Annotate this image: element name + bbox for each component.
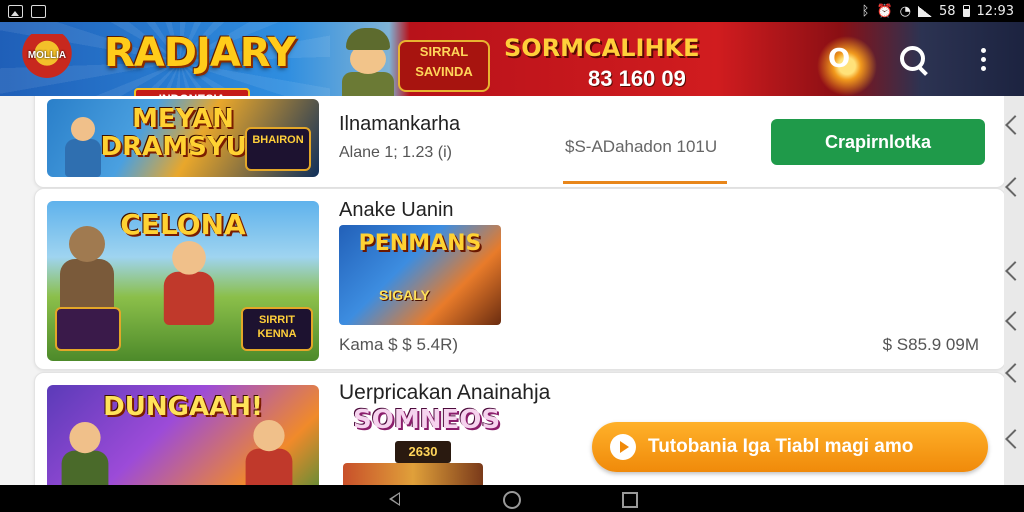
- chevron-left-icon[interactable]: [1005, 311, 1024, 331]
- battery-percent: 58: [938, 3, 956, 19]
- image-notification-icon: [8, 4, 23, 18]
- play-cta-button[interactable]: Tutobania Iga Tiabl magi amo: [592, 422, 988, 472]
- signal-icon: [917, 5, 932, 17]
- item-name: Uerpricakan Anainahja: [339, 381, 551, 404]
- chevron-left-icon[interactable]: [1005, 177, 1024, 197]
- selected-tab-indicator: [563, 181, 727, 184]
- install-button[interactable]: Crapirnlotka: [771, 119, 985, 165]
- app-banner: MOLLIA RADJARY INDONESIA SIRRAL SAVINDA …: [0, 22, 1024, 96]
- collage-characters: [343, 463, 483, 485]
- side-scroll-rail[interactable]: [1004, 96, 1024, 485]
- o-button[interactable]: O: [822, 42, 856, 76]
- collage-sub: 2630: [395, 441, 451, 463]
- item-meta: Kama $ $ 5.4R): [339, 335, 459, 354]
- item-size: $ S85.9 09M: [882, 335, 979, 354]
- home-icon[interactable]: [503, 491, 521, 509]
- battery-icon: [962, 5, 970, 17]
- cta-label: Tutobania Iga Tiabl magi amo: [648, 436, 914, 457]
- hero-character: [56, 422, 113, 485]
- chevron-left-icon[interactable]: [1005, 115, 1024, 135]
- more-vertical-icon: [980, 47, 986, 71]
- item-meta: Alane 1; 1.23 (i): [339, 144, 452, 161]
- chevron-left-icon[interactable]: [1005, 429, 1024, 449]
- promo-badge: SIRRAL SAVINDA: [398, 40, 490, 92]
- warrior-character: [240, 420, 297, 485]
- thumbnail-badge: BHAIRON: [245, 127, 311, 171]
- item-name: Ilnamankarha: [339, 113, 461, 135]
- collage-title: SOMNEOS: [353, 405, 501, 435]
- thumbnail-badge-right: SIRRIT KENNA: [241, 307, 313, 351]
- search-button[interactable]: [896, 42, 930, 76]
- soldier-character: [340, 28, 396, 96]
- app-notification-icon: [31, 4, 46, 18]
- bluetooth-icon: ᛒ: [861, 3, 870, 19]
- game-title-logo: RADJARY: [104, 30, 296, 76]
- clock: 12:93: [976, 3, 1014, 19]
- publisher-logo: MOLLIA: [18, 34, 76, 82]
- item-price: $S-ADahadon 101U: [565, 137, 718, 156]
- alarm-icon: ⏰: [876, 3, 893, 19]
- secondary-thumbnail-title: PENMANS: [358, 231, 482, 256]
- more-options-button[interactable]: [966, 42, 1000, 76]
- list-item[interactable]: MEYAN DRAMSYUS BHAIRON Ilnamankarha Alan…: [34, 96, 1004, 188]
- game-subtitle: INDONESIA: [134, 88, 250, 96]
- search-icon: [898, 44, 928, 76]
- item-name: Anake Uanin: [339, 199, 454, 221]
- back-icon[interactable]: [389, 492, 400, 506]
- o-button-label: O: [827, 44, 851, 74]
- secondary-thumbnail-sub: SIGALY: [379, 287, 430, 303]
- game-thumbnail[interactable]: DUNGAAH!: [47, 385, 319, 485]
- tower-character: [54, 226, 120, 316]
- publisher-logo-text: MOLLIA: [27, 50, 67, 61]
- wifi-icon: ◔: [899, 3, 911, 19]
- play-icon: [610, 434, 636, 460]
- hero-character: [61, 117, 105, 177]
- promo-headline: SORMCALIHKE: [504, 34, 700, 62]
- recents-icon[interactable]: [622, 492, 638, 508]
- thumbnail-title: DUNGAAH!: [103, 392, 263, 422]
- system-nav-bar: [0, 485, 1024, 512]
- list-item[interactable]: CELONA SIRRIT KENNA Anake Uanin PENMANS …: [34, 188, 1004, 370]
- promo-number: 83 160 09: [588, 66, 686, 91]
- thumbnail-badge-left: [55, 307, 121, 351]
- game-thumbnail[interactable]: MEYAN DRAMSYUS BHAIRON: [47, 99, 319, 177]
- game-thumbnail[interactable]: CELONA SIRRIT KENNA: [47, 201, 319, 361]
- chevron-left-icon[interactable]: [1005, 261, 1024, 281]
- hero-character: [158, 241, 220, 325]
- status-bar: ᛒ ⏰ ◔ 58 12:93: [0, 0, 1024, 22]
- chevron-left-icon[interactable]: [1005, 363, 1024, 383]
- secondary-thumbnail[interactable]: PENMANS SIGALY: [339, 225, 501, 325]
